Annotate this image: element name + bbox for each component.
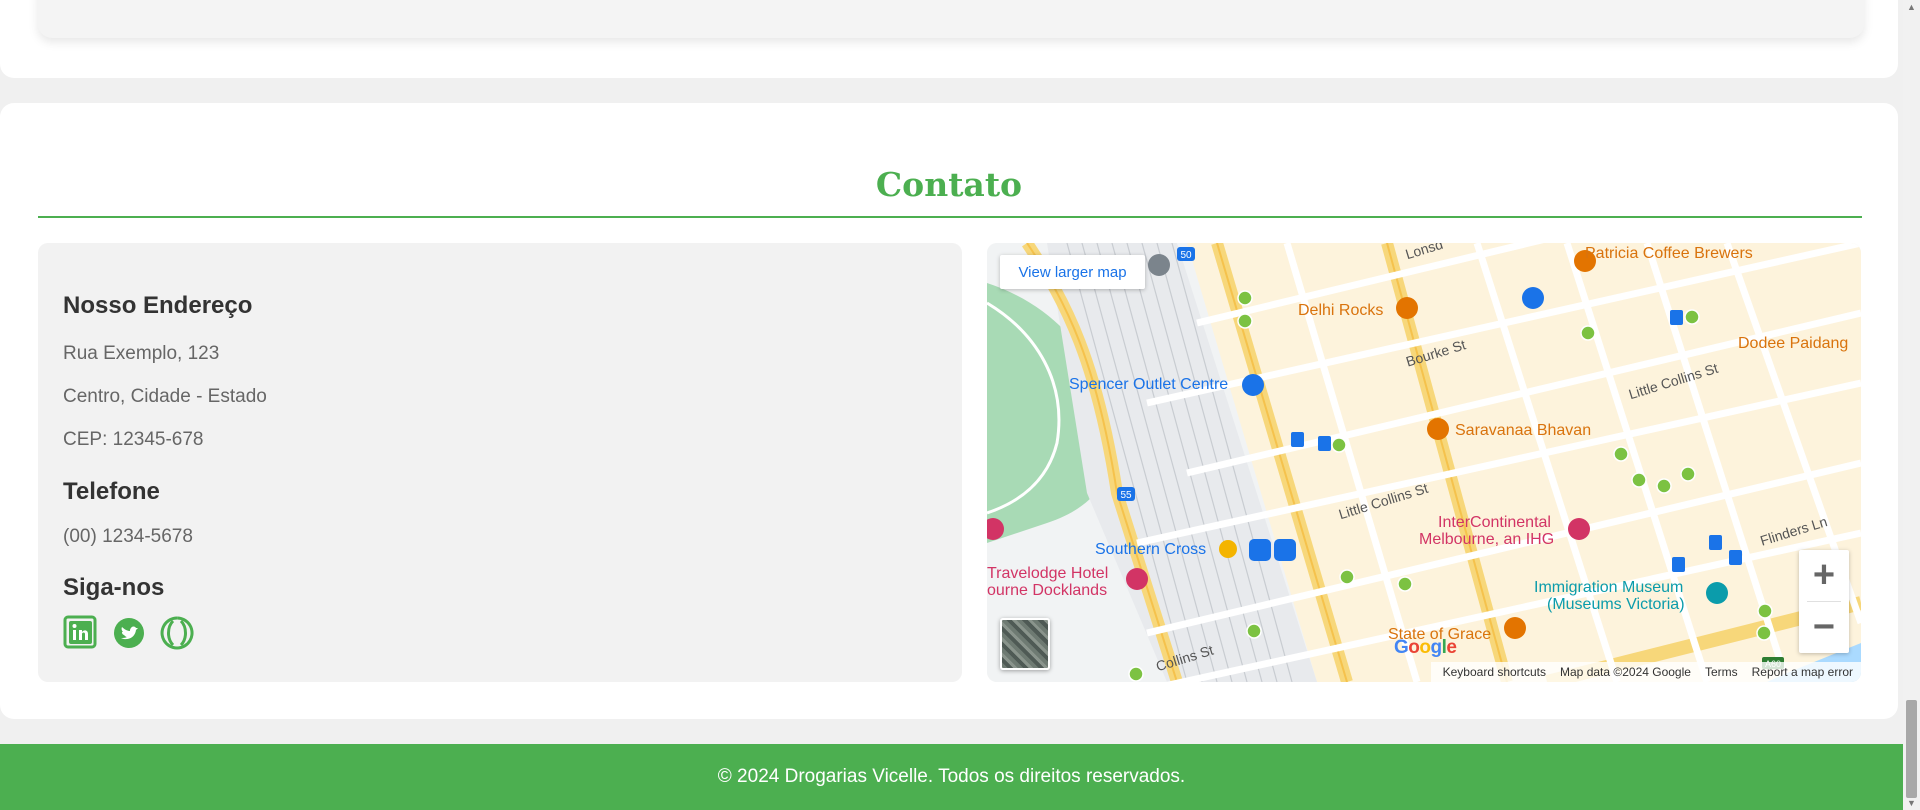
route-badge-55: 55 bbox=[1120, 490, 1132, 501]
twitter-icon[interactable] bbox=[111, 615, 147, 651]
map-poi-spencer[interactable]: Spencer Outlet Centre bbox=[1069, 376, 1228, 394]
map-poi-immigration-1[interactable]: Immigration Museum bbox=[1534, 579, 1683, 597]
map-poi-intercontinental-2[interactable]: Melbourne, an IHG bbox=[1419, 531, 1554, 549]
phone-number: (00) 1234-5678 bbox=[63, 526, 193, 547]
map-poi-intercontinental-1[interactable]: InterContinental bbox=[1438, 514, 1551, 532]
scroll-thumb[interactable] bbox=[1906, 700, 1917, 798]
page-scrollbar[interactable]: ▲ ▼ bbox=[1903, 0, 1920, 810]
address-line-2: Centro, Cidade - Estado bbox=[63, 386, 267, 407]
address-cep: CEP: 12345-678 bbox=[63, 429, 204, 450]
previous-section-card bbox=[0, 0, 1898, 78]
title-divider bbox=[38, 216, 1862, 218]
scroll-up-arrow[interactable]: ▲ bbox=[1903, 0, 1920, 14]
instagram-icon[interactable] bbox=[159, 615, 195, 651]
map-zoom-controls: + − bbox=[1799, 550, 1849, 653]
linkedin-icon[interactable] bbox=[63, 615, 99, 651]
contact-section: Contato Nosso Endereço Rua Exemplo, 123 … bbox=[0, 103, 1898, 719]
map-poi-saravanaa[interactable]: Saravanaa Bhavan bbox=[1455, 422, 1591, 440]
map-poi-dodee[interactable]: Dodee Paidang bbox=[1738, 335, 1848, 353]
previous-section-inner bbox=[38, 0, 1864, 38]
map-poi-immigration-2[interactable]: (Museums Victoria) bbox=[1547, 596, 1685, 614]
map-embed[interactable]: 50 55 A60 bbox=[987, 243, 1861, 682]
route-badge-50: 50 bbox=[1180, 250, 1192, 261]
report-map-error-link[interactable]: Report a map error bbox=[1752, 665, 1853, 679]
footer-copyright: © 2024 Drogarias Vicelle. Todos os direi… bbox=[717, 766, 1186, 787]
contact-title: Contato bbox=[875, 165, 1023, 204]
social-heading: Siga-nos bbox=[63, 574, 165, 601]
site-footer: © 2024 Drogarias Vicelle. Todos os direi… bbox=[0, 744, 1903, 810]
map-poi-travelodge-1[interactable]: Travelodge Hotel bbox=[987, 565, 1108, 583]
address-card: Nosso Endereço Rua Exemplo, 123 Centro, … bbox=[38, 243, 962, 682]
address-heading: Nosso Endereço bbox=[63, 292, 253, 319]
map-base: 50 55 A60 bbox=[987, 243, 1861, 682]
map-poi-delhi[interactable]: Delhi Rocks bbox=[1298, 302, 1383, 320]
google-logo: Google bbox=[1394, 637, 1457, 658]
address-line-1: Rua Exemplo, 123 bbox=[63, 343, 220, 364]
map-poi-southern-cross[interactable]: Southern Cross bbox=[1095, 541, 1206, 559]
keyboard-shortcuts-link[interactable]: Keyboard shortcuts bbox=[1443, 665, 1546, 679]
map-poi-travelodge-2[interactable]: ourne Docklands bbox=[987, 582, 1107, 600]
map-poi-patricia[interactable]: Patricia Coffee Brewers bbox=[1585, 245, 1753, 263]
view-larger-map-button[interactable]: View larger map bbox=[1000, 255, 1145, 289]
map-data-text: Map data ©2024 Google bbox=[1560, 665, 1691, 679]
social-links bbox=[63, 615, 195, 651]
zoom-out-button[interactable]: − bbox=[1799, 602, 1849, 653]
zoom-in-button[interactable]: + bbox=[1799, 550, 1849, 601]
map-attribution: Keyboard shortcuts Map data ©2024 Google… bbox=[1430, 662, 1861, 682]
satellite-toggle[interactable] bbox=[1000, 618, 1050, 670]
phone-heading: Telefone bbox=[63, 478, 160, 505]
scroll-down-arrow[interactable]: ▼ bbox=[1903, 796, 1920, 810]
terms-link[interactable]: Terms bbox=[1705, 665, 1738, 679]
